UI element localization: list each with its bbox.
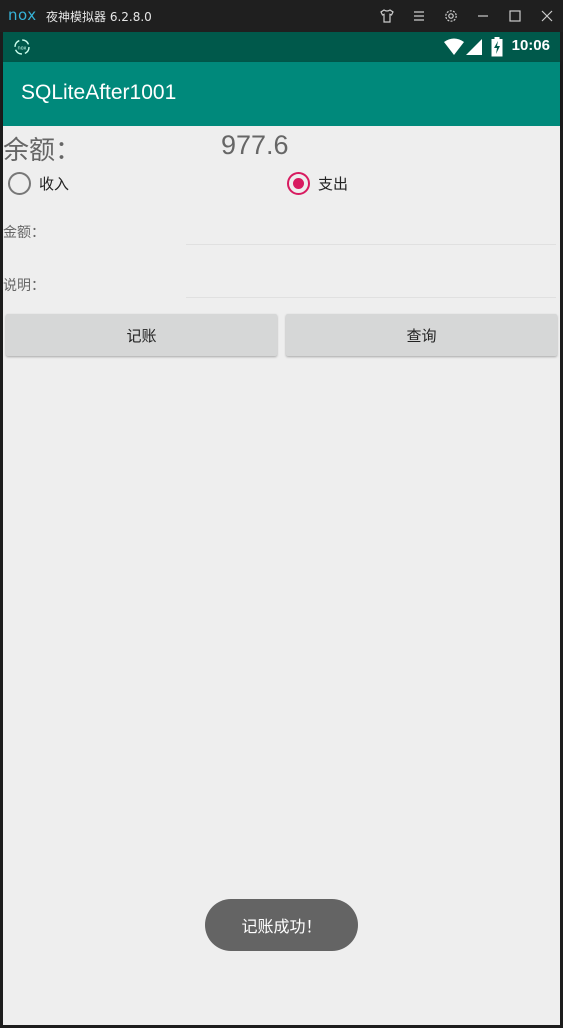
- app-bar: SQLiteAfter1001: [3, 62, 560, 126]
- maximize-icon[interactable]: [505, 6, 525, 26]
- query-button[interactable]: 查询: [286, 314, 557, 356]
- note-label: 说明：: [3, 278, 45, 294]
- toast-message: 记账成功！: [205, 899, 358, 951]
- record-button[interactable]: 记账: [6, 314, 277, 356]
- income-radio[interactable]: 收入: [8, 170, 69, 196]
- emulator-window: nox 夜神模拟器 6.2.8.0 nox 10:06 SQLiteAfter1…: [0, 0, 563, 1028]
- nox-logo: nox: [8, 6, 37, 24]
- main-content: 余额： 977.6 收入 支出 金额： 说明： 记账 查询 记账成功！: [3, 126, 560, 1025]
- amount-input[interactable]: [186, 215, 556, 245]
- battery-charging-icon: [491, 37, 503, 61]
- expense-radio-label: 支出: [318, 174, 349, 193]
- close-icon[interactable]: [537, 6, 557, 26]
- income-radio-label: 收入: [39, 174, 70, 193]
- minimize-icon[interactable]: [473, 6, 493, 26]
- signal-icon: [466, 38, 483, 60]
- wifi-icon: [444, 38, 464, 60]
- svg-text:nox: nox: [17, 46, 26, 52]
- balance-label: 余额：: [3, 136, 82, 166]
- balance-value: 977.6: [221, 130, 289, 160]
- app-title: SQLiteAfter1001: [21, 81, 177, 104]
- menu-icon[interactable]: [409, 6, 429, 26]
- status-time: 10:06: [511, 37, 550, 54]
- radio-unchecked-icon[interactable]: [8, 171, 31, 195]
- gear-icon[interactable]: [441, 6, 461, 26]
- expense-radio[interactable]: 支出: [287, 170, 348, 196]
- amount-label: 金额：: [3, 225, 45, 241]
- note-input[interactable]: [186, 268, 556, 298]
- radio-checked-icon[interactable]: [287, 171, 310, 195]
- android-status-bar: nox 10:06: [3, 32, 560, 62]
- emulator-title: 夜神模拟器 6.2.8.0: [46, 10, 152, 24]
- shirt-icon[interactable]: [377, 6, 397, 26]
- nox-status-icon: nox: [13, 38, 31, 60]
- emulator-title-bar: nox 夜神模拟器 6.2.8.0: [0, 0, 563, 32]
